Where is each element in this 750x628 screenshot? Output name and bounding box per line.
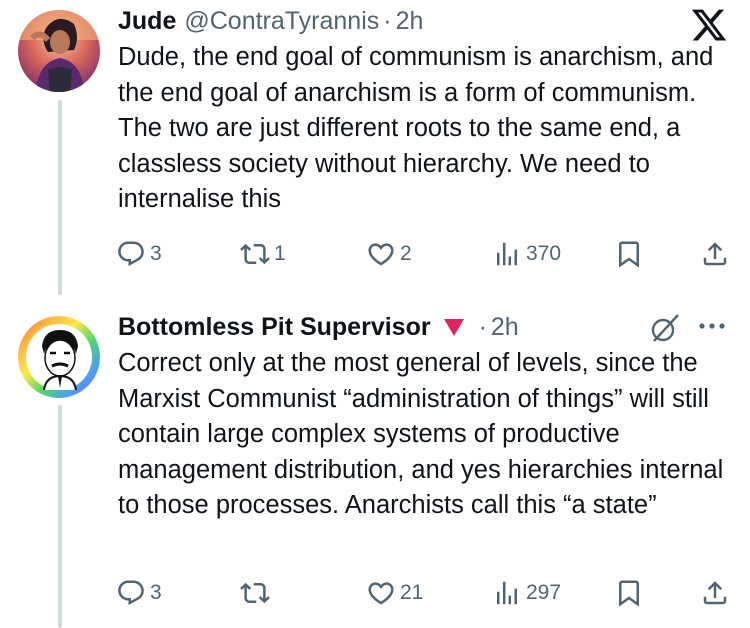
share-button[interactable] [700, 575, 730, 611]
tweet-1-actions: 3 1 2 370 [116, 236, 736, 272]
thread-line-top [58, 100, 62, 295]
bookmark-button[interactable] [614, 236, 644, 272]
heart-icon [368, 582, 394, 605]
reply-icon [118, 241, 144, 267]
like-count: 2 [400, 242, 412, 265]
avatar-bottomless-pit[interactable] [18, 316, 100, 398]
separator-dot: · [383, 6, 392, 35]
tweet-1-text: Dude, the end goal of communism is anarc… [118, 43, 714, 213]
reply-count: 3 [150, 242, 162, 265]
avatar-jude[interactable] [18, 10, 100, 92]
timestamp[interactable]: 2h [396, 7, 424, 36]
like-button[interactable]: 21 [366, 575, 423, 611]
tweet-2-text: Correct only at the most general of leve… [118, 349, 724, 519]
repost-icon [240, 243, 270, 265]
reply-button[interactable]: 3 [116, 236, 162, 272]
red-triangle-icon [443, 319, 464, 336]
bookmark-icon [619, 241, 639, 268]
views-icon [497, 242, 517, 266]
tweet-1-header: Jude @ContraTyrannis · 2h [118, 4, 423, 38]
repost-count: 1 [274, 242, 286, 265]
share-icon [703, 581, 727, 605]
tweet-2-actions: 3 21 297 [116, 575, 736, 611]
views-button[interactable]: 297 [492, 575, 561, 611]
more-options-icon[interactable] [694, 312, 730, 340]
views-count: 297 [526, 581, 562, 604]
views-icon [497, 581, 517, 605]
timestamp[interactable]: 2h [491, 313, 519, 342]
bookmark-icon [619, 580, 639, 607]
author-handle[interactable]: @ContraTyrannis [184, 7, 379, 36]
author-name[interactable]: Jude [118, 7, 176, 36]
reply-icon [118, 580, 144, 606]
repost-button[interactable] [240, 575, 274, 611]
grok-icon[interactable] [648, 311, 682, 345]
reply-button[interactable]: 3 [116, 575, 162, 611]
heart-icon [368, 243, 394, 266]
repost-button[interactable]: 1 [240, 236, 286, 272]
share-icon [703, 242, 727, 266]
like-button[interactable]: 2 [366, 236, 412, 272]
tweet-2-header: Bottomless Pit Supervisor · 2h [118, 310, 519, 344]
x-logo-icon[interactable] [690, 6, 728, 44]
repost-icon [240, 582, 270, 604]
reply-count: 3 [150, 581, 162, 604]
share-button[interactable] [700, 236, 730, 272]
author-name[interactable]: Bottomless Pit Supervisor [118, 313, 431, 342]
like-count: 21 [400, 581, 424, 604]
bookmark-button[interactable] [614, 575, 644, 611]
separator-dot: · [478, 312, 487, 341]
thread-line-bottom [58, 405, 62, 628]
views-count: 370 [526, 242, 562, 265]
views-button[interactable]: 370 [492, 236, 561, 272]
